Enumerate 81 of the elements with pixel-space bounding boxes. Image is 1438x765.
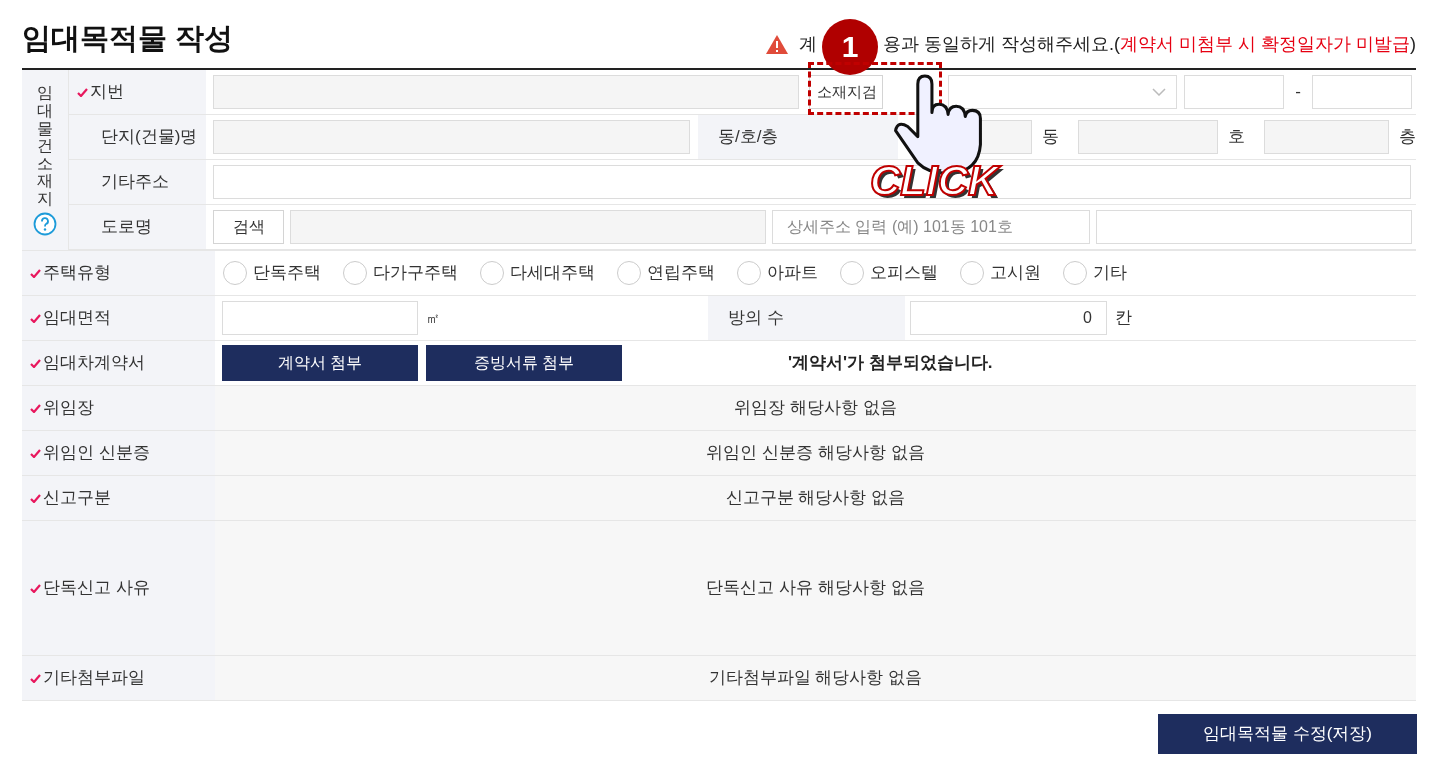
attach-button[interactable]: 증빙서류 첨부 <box>426 345 622 381</box>
help-icon <box>33 211 57 236</box>
warning-text: 계약서 미첨부 시 확정일자가 미발급 <box>1120 33 1410 56</box>
input-field[interactable] <box>1264 120 1389 154</box>
field-label: 동/호/층 <box>718 126 779 149</box>
attach-message: '계약서'가 첨부되었습니다. <box>788 352 993 375</box>
field-label: 단지(건물)명 <box>100 126 198 149</box>
check-icon <box>30 403 41 413</box>
info-text: 기타첨부파일 해당사항 없음 <box>708 667 923 690</box>
field-label: 위임장 <box>43 397 94 420</box>
check-icon <box>30 493 41 503</box>
input-field[interactable]: 0 <box>910 301 1107 335</box>
input-field[interactable] <box>222 301 418 335</box>
input-field[interactable] <box>1078 120 1218 154</box>
input-field[interactable] <box>290 210 766 244</box>
radio-button[interactable] <box>840 261 864 285</box>
warning-icon <box>765 34 789 55</box>
unit-label: 칸 <box>1115 307 1132 330</box>
group-label: 임대물건소재지 <box>37 84 53 208</box>
radio-label: 기타 <box>1093 262 1127 285</box>
location-search-button[interactable]: 소재지검 <box>809 75 883 109</box>
unit-label: ㎡ <box>426 308 440 328</box>
field-label: 신고구분 <box>43 487 111 510</box>
input-field[interactable] <box>213 165 1411 199</box>
check-icon <box>30 448 41 458</box>
unit-label: 호 <box>1228 126 1246 149</box>
info-text: 위임인 신분증 해당사항 없음 <box>706 442 925 465</box>
check-icon <box>77 87 88 97</box>
field-label: 위임인 신분증 <box>43 442 150 465</box>
info-text: 단독신고 사유 해당사항 없음 <box>706 577 925 600</box>
input-field[interactable] <box>213 75 799 109</box>
input-field[interactable] <box>978 120 1032 154</box>
input-field[interactable] <box>213 120 690 154</box>
info-text: 신고구분 해당사항 없음 <box>725 487 906 510</box>
notice-text: 계 <box>799 33 817 56</box>
radio-button[interactable] <box>737 261 761 285</box>
step-badge: 1 <box>822 18 878 75</box>
click-label: CLICK <box>866 152 1011 211</box>
page-title: 임대목적물 작성 <box>22 20 234 56</box>
info-text: 위임장 해당사항 없음 <box>734 397 897 420</box>
field-label: 도로명 <box>100 216 152 239</box>
input-field[interactable] <box>1096 210 1412 244</box>
radio-label: 다가구주택 <box>373 262 458 285</box>
field-label: 단독신고 사유 <box>43 577 150 600</box>
chevron-down-icon <box>1152 88 1166 96</box>
field-label: 방의 수 <box>728 307 784 330</box>
check-icon <box>30 268 41 278</box>
radio-label: 다세대주택 <box>510 262 595 285</box>
radio-button[interactable] <box>1063 261 1087 285</box>
check-icon <box>30 673 41 683</box>
radio-label: 고시원 <box>990 262 1041 285</box>
input-field[interactable]: 상세주소 입력 (예) 101동 101호 <box>772 210 1090 244</box>
notice-text: 용과 동일하게 작성해주세요.( <box>883 33 1120 56</box>
check-icon <box>30 358 41 368</box>
radio-label: 아파트 <box>767 262 818 285</box>
field-label: 주택유형 <box>43 262 111 285</box>
radio-label: 오피스텔 <box>870 262 938 285</box>
unit-label: - <box>1294 81 1302 104</box>
radio-button[interactable] <box>223 261 247 285</box>
check-icon <box>30 313 41 323</box>
radio-button[interactable] <box>343 261 367 285</box>
check-icon <box>30 583 41 593</box>
input-field[interactable] <box>1312 75 1412 109</box>
radio-button[interactable] <box>480 261 504 285</box>
radio-button[interactable] <box>960 261 984 285</box>
notice-text: ) <box>1410 33 1416 56</box>
field-label: 기타첨부파일 <box>43 667 145 690</box>
radio-label: 단독주택 <box>253 262 321 285</box>
attach-button[interactable]: 계약서 첨부 <box>222 345 418 381</box>
field-label: 임대차계약서 <box>43 352 145 375</box>
unit-label: 층 <box>1399 126 1416 149</box>
search-button[interactable]: 검색 <box>213 210 284 244</box>
input-field[interactable] <box>1184 75 1284 109</box>
field-label: 임대면적 <box>43 307 111 330</box>
radio-label: 연립주택 <box>647 262 715 285</box>
save-button[interactable]: 임대목적물 수정(저장) <box>1158 714 1417 754</box>
radio-button[interactable] <box>617 261 641 285</box>
select-field[interactable] <box>948 75 1177 109</box>
field-label: 기타주소 <box>100 171 169 194</box>
field-label: 지번 <box>90 81 124 104</box>
unit-label: 동 <box>1042 126 1060 149</box>
